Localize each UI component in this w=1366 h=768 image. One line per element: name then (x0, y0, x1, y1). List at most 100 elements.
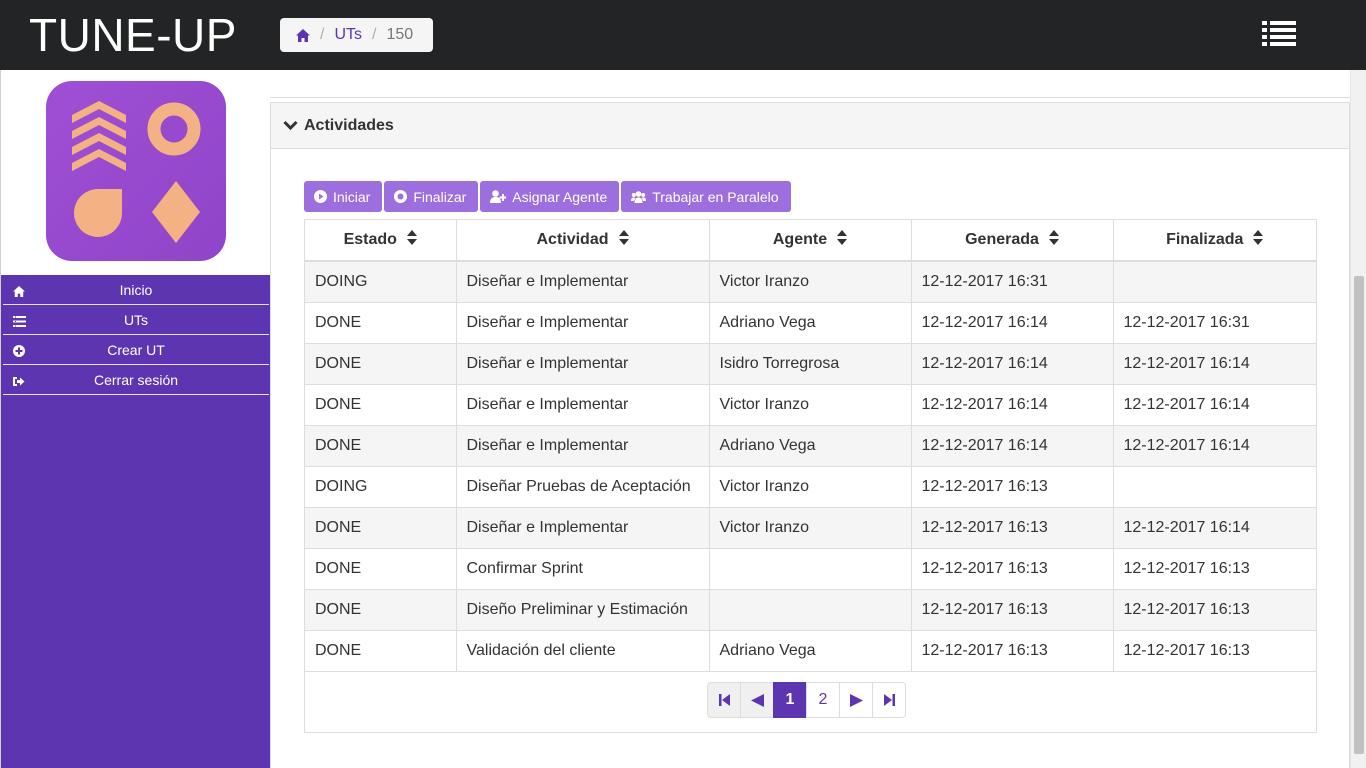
table-cell-generada: 12-12-2017 16:14 (911, 384, 1114, 426)
table-cell-agente: Victor Iranzo (709, 261, 912, 303)
sort-icon[interactable] (618, 230, 629, 250)
table-cell-estado: DONE (305, 548, 457, 590)
sidebar-item-label: Crear UT (107, 341, 165, 358)
table-row[interactable]: DONE Confirmar Sprint 12-12-2017 16:13 12-1… (305, 548, 1316, 590)
column-header-generada[interactable]: Generada (911, 220, 1114, 262)
breadcrumb: / UTs / 150 (280, 18, 433, 52)
column-header-label: Estado (343, 231, 397, 249)
triangle-left-icon (750, 693, 764, 707)
activities-panel: Actividades Iniciar Finalizar Asignar Ag… (270, 102, 1350, 768)
start-button[interactable]: Iniciar (304, 181, 383, 212)
activities-panel-heading[interactable]: Actividades (271, 103, 1349, 149)
table-cell-actividad: Diseñar e Implementar (456, 261, 710, 303)
previous-page-button[interactable] (740, 682, 774, 718)
table-cell-agente: Adriano Vega (709, 302, 912, 344)
table-row[interactable]: DOING Diseñar e Implementar Victor Iranzo 1… (305, 261, 1316, 303)
table-cell-generada: 12-12-2017 16:13 (911, 548, 1114, 590)
table-row[interactable]: DONE Diseñar e Implementar Victor Iranzo 12… (305, 384, 1316, 426)
table-cell-estado: DONE (305, 630, 457, 672)
table-row[interactable]: DONE Diseñar e Implementar Adriano Vega 12-… (305, 425, 1316, 467)
sidebar-item-crear-ut[interactable]: Crear UT (3, 335, 269, 365)
last-page-button[interactable] (872, 682, 906, 718)
column-header-estado[interactable]: Estado (305, 220, 457, 262)
sidebar-item-cerrar-sesion[interactable]: Cerrar sesión (3, 365, 269, 395)
table-cell-agente: Adriano Vega (709, 425, 912, 467)
assign-agent-button[interactable]: Asignar Agente (480, 181, 620, 212)
table-cell-estado: DONE (305, 589, 457, 631)
top-navbar: TUNE-UP / UTs / 150 (0, 0, 1366, 70)
column-header-label: Agente (772, 231, 828, 249)
work-in-parallel-button[interactable]: Trabajar en Paralelo (621, 181, 791, 212)
triangle-right-icon (849, 693, 863, 707)
sidebar-item-uts[interactable]: UTs (3, 305, 269, 335)
pagination: 1 2 (707, 682, 906, 718)
column-header-label: Finalizada (1166, 231, 1244, 249)
page-1-button[interactable]: 1 (773, 682, 807, 718)
users-icon (631, 190, 652, 203)
table-row[interactable]: DONE Validación del cliente Adriano Vega 12… (305, 630, 1316, 672)
sidebar-item-label: UTs (123, 311, 149, 328)
table-cell-estado: DOING (305, 261, 457, 303)
list-icon[interactable] (1262, 21, 1296, 47)
table-header-row: Estado Actividad Agente Generada Finalizada (305, 220, 1316, 262)
table-cell-actividad: Diseñar e Implementar (456, 425, 710, 467)
brand-title[interactable]: TUNE-UP (29, 10, 237, 60)
sidebar: Inicio UTs Crear UT Cerrar sesión (0, 70, 270, 768)
table-cell-estado: DOING (305, 466, 457, 508)
sidebar-item-inicio[interactable]: Inicio (3, 275, 269, 305)
logo-area (1, 70, 270, 275)
table-row[interactable]: DONE Diseño Preliminar y Estimación 12-12-… (305, 589, 1316, 631)
breadcrumb-separator: / (320, 26, 325, 43)
table-cell-finalizada: 12-12-2017 16:13 (1113, 630, 1316, 672)
stop-circle-icon (394, 190, 413, 203)
table-cell-actividad: Diseñar Pruebas de Aceptación (456, 466, 710, 508)
table-cell-agente: Victor Iranzo (709, 384, 912, 426)
work-in-parallel-button-label: Trabajar en Paralelo (652, 188, 779, 205)
breadcrumb-uts-link[interactable]: UTs (334, 26, 362, 44)
column-header-label: Generada (965, 231, 1039, 249)
table-row[interactable]: DONE Diseñar e Implementar Isidro Torregro… (305, 343, 1316, 385)
table-cell-generada: 12-12-2017 16:14 (911, 425, 1114, 467)
sort-icon[interactable] (1253, 230, 1264, 250)
tune-up-logo[interactable] (46, 81, 226, 261)
column-header-actividad[interactable]: Actividad (456, 220, 710, 262)
table-cell-actividad: Diseñar e Implementar (456, 507, 710, 549)
sidebar-item-label: Cerrar sesión (93, 371, 179, 388)
table-cell-agente: Victor Iranzo (709, 466, 912, 508)
table-cell-actividad: Diseño Preliminar y Estimación (456, 589, 710, 631)
next-page-button[interactable] (839, 682, 873, 718)
table-cell-generada: 12-12-2017 16:13 (911, 507, 1114, 549)
finish-button[interactable]: Finalizar (384, 181, 479, 212)
home-icon (13, 284, 25, 297)
sidebar-nav: Inicio UTs Crear UT Cerrar sesión (3, 275, 269, 395)
sort-icon[interactable] (406, 230, 417, 250)
scrollbar-thumb[interactable] (1354, 276, 1364, 754)
sort-icon[interactable] (837, 230, 848, 250)
table-cell-generada: 12-12-2017 16:13 (911, 630, 1114, 672)
breadcrumb-separator: / (372, 26, 377, 43)
home-icon[interactable] (296, 28, 310, 42)
table-row[interactable]: DONE Diseñar e Implementar Adriano Vega 12-… (305, 302, 1316, 344)
vertical-scrollbar[interactable] (1350, 70, 1366, 768)
table-row[interactable]: DONE Diseñar e Implementar Victor Iranzo 12… (305, 507, 1316, 549)
first-page-button[interactable] (707, 682, 741, 718)
column-header-agente[interactable]: Agente (709, 220, 912, 262)
table-cell-estado: DONE (305, 343, 457, 385)
table-cell-generada: 12-12-2017 16:14 (911, 302, 1114, 344)
sort-icon[interactable] (1048, 230, 1059, 250)
list-icon (13, 314, 26, 327)
table-cell-agente (709, 589, 912, 631)
table-row[interactable]: DOING Diseñar Pruebas de Aceptación Victor… (305, 466, 1316, 508)
action-buttons: Iniciar Finalizar Asignar Agente Trabaja… (304, 181, 793, 212)
activities-table-container: Estado Actividad Agente Generada Finalizada … (304, 219, 1317, 733)
table-cell-finalizada: 12-12-2017 16:13 (1113, 548, 1316, 590)
user-plus-icon (490, 190, 512, 203)
first-page-icon (718, 694, 730, 706)
column-header-finalizada[interactable]: Finalizada (1113, 220, 1316, 262)
page-2-button[interactable]: 2 (806, 682, 840, 718)
table-cell-finalizada: 12-12-2017 16:14 (1113, 425, 1316, 467)
table-cell-actividad: Confirmar Sprint (456, 548, 710, 590)
table-cell-finalizada: 12-12-2017 16:14 (1113, 343, 1316, 385)
start-button-label: Iniciar (333, 188, 371, 205)
table-cell-estado: DONE (305, 507, 457, 549)
